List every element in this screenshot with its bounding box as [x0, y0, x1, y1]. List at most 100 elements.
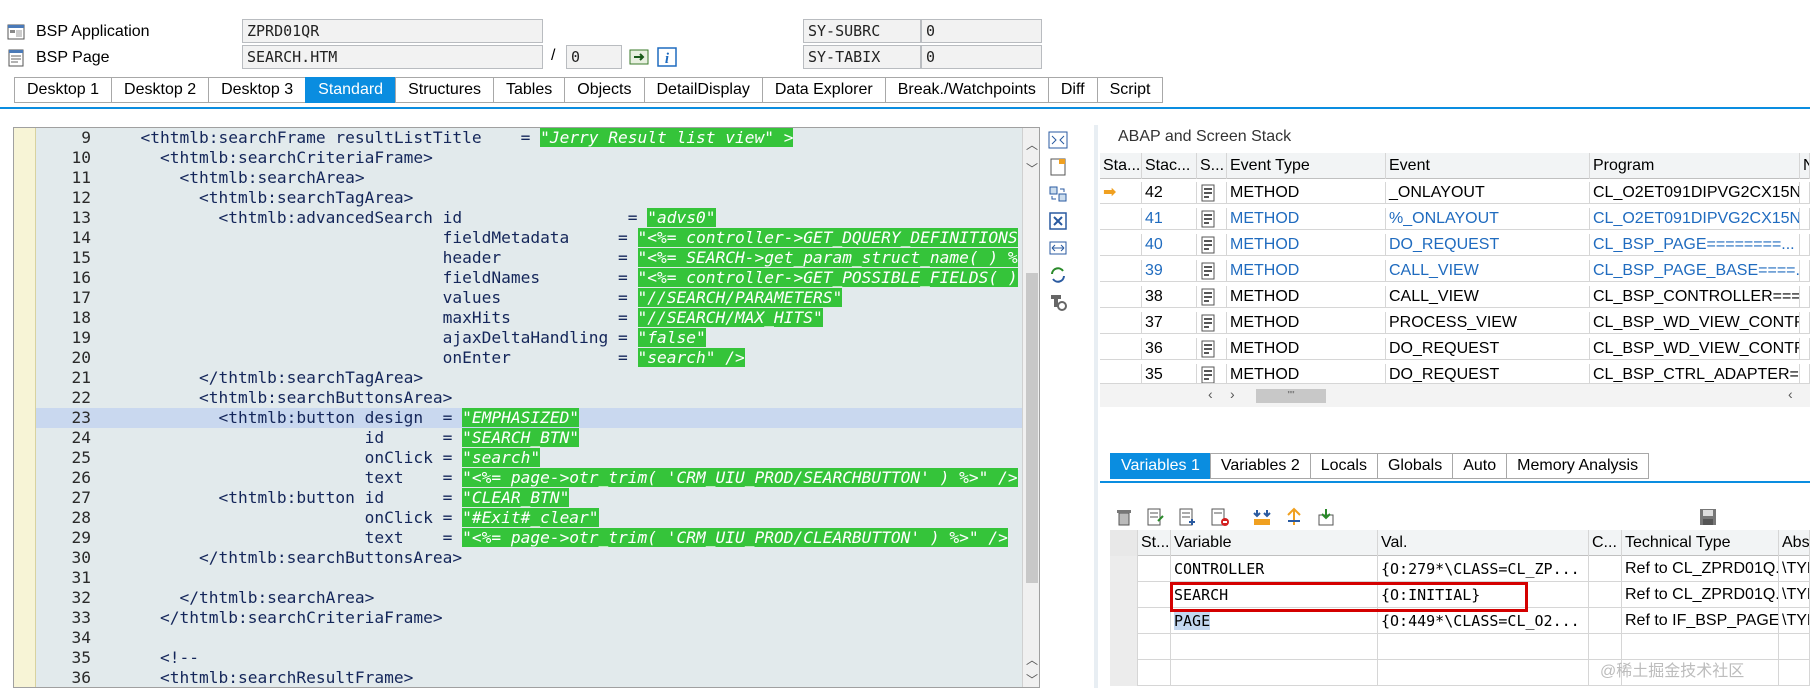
vars-col-variable[interactable]: Variable: [1171, 530, 1378, 556]
stack-row[interactable]: 38 METHOD CALL_VIEW CL_BSP_CONTROLLER===...: [1100, 286, 1810, 308]
scroll-right-icon[interactable]: ›: [1230, 386, 1235, 402]
tab-objects[interactable]: Objects: [564, 77, 644, 103]
code-line[interactable]: 20 onEnter = "search" />: [36, 348, 1039, 368]
code-line[interactable]: 17 values = "//SEARCH/PARAMETERS": [36, 288, 1039, 308]
sort-icon[interactable]: [1282, 505, 1306, 529]
tab-breakpoints[interactable]: Break./Watchpoints: [884, 77, 1048, 103]
bsp-page-field[interactable]: SEARCH.HTM: [242, 45, 543, 69]
page-number-field[interactable]: 0: [566, 45, 622, 69]
code-line[interactable]: 32 </thtmlb:searchArea>: [36, 588, 1039, 608]
tab-desktop-3[interactable]: Desktop 3: [208, 77, 306, 103]
code-line[interactable]: 31: [36, 568, 1039, 588]
scroll-page-up-icon[interactable]: ︿: [1025, 653, 1039, 667]
code-line[interactable]: 22 <thtmlb:searchButtonsArea>: [36, 388, 1039, 408]
code-line[interactable]: 26 text = "<%= page->otr_trim( 'CRM_UIU_…: [36, 468, 1039, 488]
scrollbar-thumb[interactable]: [1026, 273, 1038, 583]
list-edit-icon[interactable]: [1144, 505, 1168, 529]
tab-standard[interactable]: Standard: [305, 77, 396, 103]
variable-name-cell[interactable]: [1171, 634, 1378, 660]
tab-data-explorer[interactable]: Data Explorer: [761, 77, 885, 103]
code-line[interactable]: 35 <!--: [36, 648, 1039, 668]
code-line[interactable]: 36 <thtmlb:searchResultFrame>: [36, 668, 1039, 687]
tab-desktop-1[interactable]: Desktop 1: [14, 77, 112, 103]
stack-col-level[interactable]: Stac...: [1142, 153, 1197, 179]
scroll-up-icon[interactable]: ︿: [1025, 138, 1039, 152]
stack-col-s[interactable]: S...: [1197, 153, 1227, 179]
stack-col-n[interactable]: N: [1800, 153, 1810, 179]
refresh-icon[interactable]: [1046, 263, 1070, 287]
tab-memory-analysis[interactable]: Memory Analysis: [1506, 453, 1650, 479]
stack-col-status[interactable]: Sta...: [1100, 153, 1142, 179]
tab-variables-2[interactable]: Variables 2: [1209, 453, 1310, 479]
list-remove-icon[interactable]: [1208, 505, 1232, 529]
code-line[interactable]: 25 onClick = "search": [36, 448, 1039, 468]
tab-locals[interactable]: Locals: [1309, 453, 1377, 479]
stack-scroll-thumb[interactable]: "": [1256, 389, 1326, 403]
code-line[interactable]: 15 header = "<%= SEARCH->get_param_struc…: [36, 248, 1039, 268]
save-icon[interactable]: [1696, 505, 1720, 529]
code-line[interactable]: 10 <thtmlb:searchCriteriaFrame>: [36, 148, 1039, 168]
code-line[interactable]: 34: [36, 628, 1039, 648]
new-document-icon[interactable]: [1046, 155, 1070, 179]
vars-col-abs[interactable]: Abs: [1779, 530, 1810, 556]
close-window-icon[interactable]: [1046, 209, 1070, 233]
panel-divider[interactable]: [1094, 125, 1098, 688]
stack-row[interactable]: 37 METHOD PROCESS_VIEW CL_BSP_WD_VIEW_CONTR…: [1100, 312, 1810, 334]
tab-auto[interactable]: Auto: [1452, 453, 1507, 479]
code-line[interactable]: 9 <thtmlb:searchFrame resultListTitle = …: [36, 128, 1039, 148]
code-line[interactable]: 14 fieldMetadata = "<%= controller->GET_…: [36, 228, 1039, 248]
code-line[interactable]: 18 maxHits = "//SEARCH/MAX_HITS": [36, 308, 1039, 328]
variable-value-cell[interactable]: [1378, 634, 1589, 660]
code-line[interactable]: 33 </thtmlb:searchCriteriaFrame>: [36, 608, 1039, 628]
code-line[interactable]: 23 <thtmlb:button design = "EMPHASIZED": [36, 408, 1039, 428]
stack-row[interactable]: ➡ 42 METHOD _ONLAYOUT CL_O2ET091DIPVG2CX15N.…: [1100, 182, 1810, 204]
variable-name-cell[interactable]: CONTROLLER: [1171, 556, 1378, 582]
variable-value-cell[interactable]: {O:279*\CLASS=CL_ZP...: [1378, 556, 1589, 582]
variable-name-cell[interactable]: [1171, 660, 1378, 686]
export-icon[interactable]: [1314, 505, 1338, 529]
vars-col-value[interactable]: Val.: [1378, 530, 1589, 556]
code-line[interactable]: 11 <thtmlb:searchArea>: [36, 168, 1039, 188]
variable-row[interactable]: CONTROLLER {O:279*\CLASS=CL_ZP... Ref to C…: [1110, 556, 1810, 582]
stack-col-event-type[interactable]: Event Type: [1227, 153, 1386, 179]
bsp-application-field[interactable]: ZPRD01QR: [242, 19, 543, 43]
tab-tables[interactable]: Tables: [493, 77, 565, 103]
resize-horizontal-icon[interactable]: [1046, 236, 1070, 260]
code-line[interactable]: 13 <thtmlb:advancedSearch id = "advs0": [36, 208, 1039, 228]
tab-globals[interactable]: Globals: [1376, 453, 1453, 479]
code-line[interactable]: 24 id = "SEARCH_BTN": [36, 428, 1039, 448]
variable-value-cell[interactable]: [1378, 660, 1589, 686]
code-line[interactable]: 29 text = "<%= page->otr_trim( 'CRM_UIU_…: [36, 528, 1039, 548]
stack-row[interactable]: 36 METHOD DO_REQUEST CL_BSP_WD_VIEW_CONTR..…: [1100, 338, 1810, 360]
tab-variables-1[interactable]: Variables 1: [1110, 453, 1210, 479]
stack-row[interactable]: 40 METHOD DO_REQUEST CL_BSP_PAGE========...: [1100, 234, 1810, 256]
scroll-end-icon[interactable]: ‹: [1788, 386, 1793, 402]
scroll-left-icon[interactable]: ‹: [1208, 386, 1213, 402]
tab-script[interactable]: Script: [1096, 77, 1164, 103]
tab-desktop-2[interactable]: Desktop 2: [111, 77, 209, 103]
code-line[interactable]: 19 ajaxDeltaHandling = "false": [36, 328, 1039, 348]
scroll-page-down-icon[interactable]: ﹀: [1025, 673, 1039, 687]
tab-diff[interactable]: Diff: [1047, 77, 1097, 103]
info-icon[interactable]: i: [656, 46, 678, 68]
editor-vertical-scrollbar[interactable]: ︿ ﹀ ︿ ﹀: [1022, 128, 1039, 687]
settings-tool-icon[interactable]: [1046, 290, 1070, 314]
vars-col-technical-type[interactable]: Technical Type: [1622, 530, 1779, 556]
scroll-down-icon[interactable]: ﹀: [1025, 162, 1039, 176]
code-line[interactable]: 28 onClick = "#Exit#_clear": [36, 508, 1039, 528]
swap-icon[interactable]: [1046, 182, 1070, 206]
tab-structures[interactable]: Structures: [395, 77, 493, 103]
stack-row[interactable]: 41 METHOD %_ONLAYOUT CL_O2ET091DIPVG2CX15N.…: [1100, 208, 1810, 230]
vars-col-status[interactable]: St...: [1138, 530, 1171, 556]
code-line[interactable]: 12 <thtmlb:searchTagArea>: [36, 188, 1039, 208]
expand-icon[interactable]: [1250, 505, 1274, 529]
code-line[interactable]: 21 </thtmlb:searchTagArea>: [36, 368, 1039, 388]
layout-icon[interactable]: [1046, 128, 1070, 152]
list-add-icon[interactable]: [1176, 505, 1200, 529]
source-code-editor[interactable]: 9 <thtmlb:searchFrame resultListTitle = …: [13, 127, 1040, 688]
stack-col-event[interactable]: Event: [1386, 153, 1590, 179]
code-line[interactable]: 16 fieldNames = "<%= controller->GET_POS…: [36, 268, 1039, 288]
code-line[interactable]: 27 <thtmlb:button id = "CLEAR_BTN": [36, 488, 1039, 508]
delete-icon[interactable]: [1112, 505, 1136, 529]
navigate-icon[interactable]: [628, 46, 650, 68]
